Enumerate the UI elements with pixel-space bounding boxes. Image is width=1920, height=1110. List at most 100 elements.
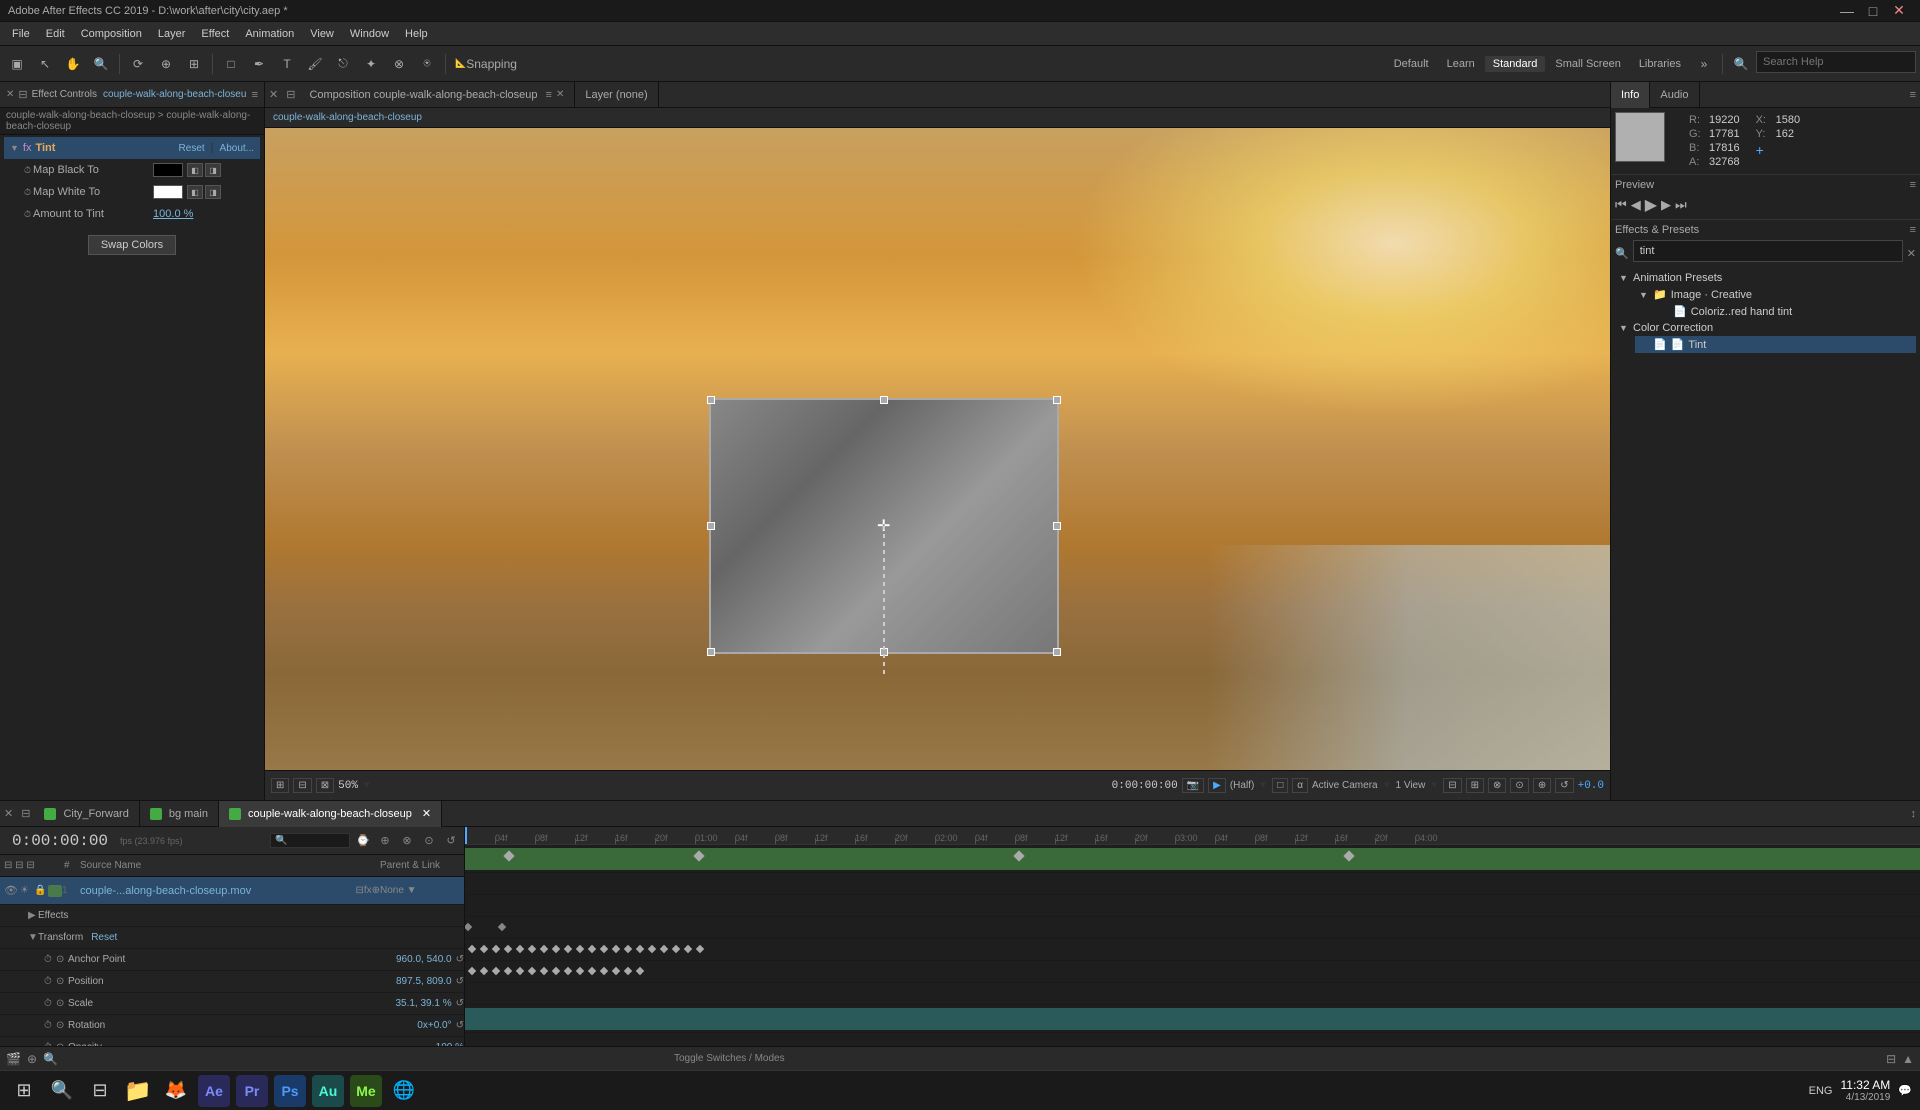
track-1[interactable]	[465, 845, 1920, 873]
taskbar-search[interactable]: 🔍	[46, 1075, 78, 1107]
new-comp-btn[interactable]: ▣	[4, 51, 30, 77]
viewer-safe-btn[interactable]: ⊟	[293, 778, 311, 793]
layer-1-fx[interactable]: fx	[364, 885, 372, 896]
viewer-timecode[interactable]: 0:00:00:00	[1112, 780, 1178, 792]
transform-reset[interactable]: Reset	[91, 932, 117, 943]
handle-tr[interactable]	[1053, 396, 1061, 404]
close-button[interactable]: ✕	[1886, 0, 1912, 24]
cam-orbit[interactable]: ⊕	[153, 51, 179, 77]
handle-bl[interactable]	[707, 648, 715, 656]
workspace-more[interactable]: »	[1691, 51, 1717, 77]
layer-search[interactable]	[270, 833, 350, 848]
color-swatch-black[interactable]	[153, 163, 183, 177]
swap-colors-button[interactable]: Swap Colors	[88, 235, 176, 255]
comp-tab-menu[interactable]: ≡	[546, 82, 552, 108]
viewer-toggle1[interactable]: ⊟	[1443, 778, 1461, 793]
pin-tool[interactable]: ⍟	[414, 51, 440, 77]
stopwatch-amount[interactable]: ⏱	[24, 209, 31, 220]
about-link[interactable]: About...	[220, 143, 254, 154]
workspace-standard[interactable]: Standard	[1485, 56, 1546, 72]
menu-view[interactable]: View	[302, 22, 342, 46]
taskbar-au[interactable]: Au	[312, 1075, 344, 1107]
ap-stopwatch[interactable]: ⏱	[44, 954, 54, 965]
rotation-row[interactable]: ⏱ ⊙ Rotation 0x+0.0° ↺	[0, 1015, 464, 1037]
pos-stopwatch-filled[interactable]: ⏱	[44, 976, 54, 987]
menu-composition[interactable]: Composition	[73, 22, 150, 46]
rect-tool[interactable]: □	[218, 51, 244, 77]
tl-panel-expand[interactable]: ↕	[1907, 808, 1920, 820]
track-2[interactable]	[465, 1005, 1920, 1033]
workspace-default[interactable]: Default	[1386, 56, 1437, 72]
scale-value[interactable]: 35.1, 39.1 %	[395, 998, 451, 1009]
viewer-toggle3[interactable]: ⊗	[1488, 778, 1506, 793]
clear-search-btn[interactable]: ✕	[1907, 247, 1916, 260]
rot-reset[interactable]: ↺	[456, 1020, 464, 1031]
tree-colorize-item[interactable]: 📄 Coloriz..red hand tint	[1655, 303, 1916, 320]
viewer-res-btn[interactable]: □	[1272, 778, 1288, 793]
viewer-alpha-btn[interactable]: α	[1292, 778, 1308, 793]
pick-black-1[interactable]: ◧	[187, 163, 203, 177]
star-tool[interactable]: ✦	[358, 51, 384, 77]
stamp-tool[interactable]: ⎋	[330, 51, 356, 77]
tl-panel-collapse[interactable]: ⊟	[17, 807, 34, 820]
comp-tab-close[interactable]: ✕	[556, 82, 564, 108]
tl-bottom-1[interactable]: 🎬	[6, 1052, 21, 1066]
presets-search-input[interactable]	[1633, 240, 1903, 262]
amount-value[interactable]: 100.0 %	[153, 208, 193, 220]
pick-white-1[interactable]: ◧	[187, 185, 203, 199]
tree-tint-item[interactable]: 📄 📄 Tint	[1635, 336, 1916, 353]
pick-white-2[interactable]: ◨	[205, 185, 221, 199]
scale-reset[interactable]: ↺	[456, 998, 464, 1009]
layer-1-motion[interactable]: ⊕	[372, 885, 380, 896]
pan-tool[interactable]: ⊞	[181, 51, 207, 77]
layer-1-eye[interactable]: 👁	[4, 884, 20, 897]
pos-reset[interactable]: ↺	[456, 976, 464, 987]
rot-stopwatch[interactable]: ⏱	[44, 1020, 54, 1031]
anchor-value[interactable]: 960.0, 540.0	[396, 954, 452, 965]
tab-info[interactable]: Info	[1611, 82, 1650, 108]
maximize-button[interactable]: □	[1860, 0, 1886, 24]
track-position[interactable]	[465, 939, 1920, 961]
scale-stopwatch[interactable]: ⏱	[44, 998, 54, 1009]
taskbar-ps[interactable]: Ps	[274, 1075, 306, 1107]
pick-black-2[interactable]: ◨	[205, 163, 221, 177]
snapping-btn[interactable]: 📐 Snapping	[451, 51, 521, 77]
taskbar-pr[interactable]: Pr	[236, 1075, 268, 1107]
taskbar-explorer[interactable]: 📁	[122, 1075, 154, 1107]
handle-tm[interactable]	[880, 396, 888, 404]
reset-link[interactable]: Reset	[179, 143, 205, 154]
tl-ctrl-3[interactable]: ⊗	[398, 832, 416, 850]
workspace-learn[interactable]: Learn	[1439, 56, 1483, 72]
menu-layer[interactable]: Layer	[150, 22, 194, 46]
timeline-tab-couple[interactable]: couple-walk-along-beach-closeup ✕	[219, 801, 442, 827]
taskbar-firefox[interactable]: 🦊	[160, 1075, 192, 1107]
position-row[interactable]: ⏱ ⊙ Position 897.5, 809.0 ↺	[0, 971, 464, 993]
viewer-grid-btn[interactable]: ⊞	[271, 778, 289, 793]
effects-presets-menu[interactable]: ≡	[1910, 224, 1916, 236]
viewer-cam-btn[interactable]: 📷	[1182, 778, 1204, 793]
hand-tool[interactable]: ✋	[60, 51, 86, 77]
preview-prev[interactable]: ◀	[1631, 197, 1641, 213]
handle-ml[interactable]	[707, 522, 715, 530]
scale-row[interactable]: ⏱ ⊙ Scale 35.1, 39.1 % ↺	[0, 993, 464, 1015]
handle-tl[interactable]	[707, 396, 715, 404]
puppet-tool[interactable]: ⊗	[386, 51, 412, 77]
tree-image-creative-item[interactable]: ▼ 📁 Image · Creative	[1635, 286, 1916, 303]
text-tool[interactable]: T	[274, 51, 300, 77]
menu-animation[interactable]: Animation	[237, 22, 302, 46]
minimize-button[interactable]: —	[1834, 0, 1860, 24]
tab-audio[interactable]: Audio	[1650, 82, 1699, 108]
effects-row[interactable]: ▶ Effects	[0, 905, 464, 927]
zoom-tool[interactable]: 🔍	[88, 51, 114, 77]
right-panel-menu[interactable]: ≡	[1906, 89, 1920, 101]
stopwatch-black[interactable]: ⏱	[24, 165, 31, 176]
stopwatch-white[interactable]: ⏱	[24, 187, 31, 198]
viewer-refresh[interactable]: ↺	[1555, 778, 1573, 793]
viewer-toggle5[interactable]: ⊕	[1533, 778, 1551, 793]
preview-menu[interactable]: ≡	[1910, 179, 1916, 191]
comp-tab-layer[interactable]: Layer (none)	[575, 82, 658, 108]
handle-br[interactable]	[1053, 648, 1061, 656]
layer-1-lock[interactable]: 🔒	[34, 885, 48, 896]
tree-color-correction[interactable]: ▼ Color Correction	[1615, 320, 1916, 336]
rotation-value[interactable]: 0x+0.0°	[417, 1020, 451, 1031]
